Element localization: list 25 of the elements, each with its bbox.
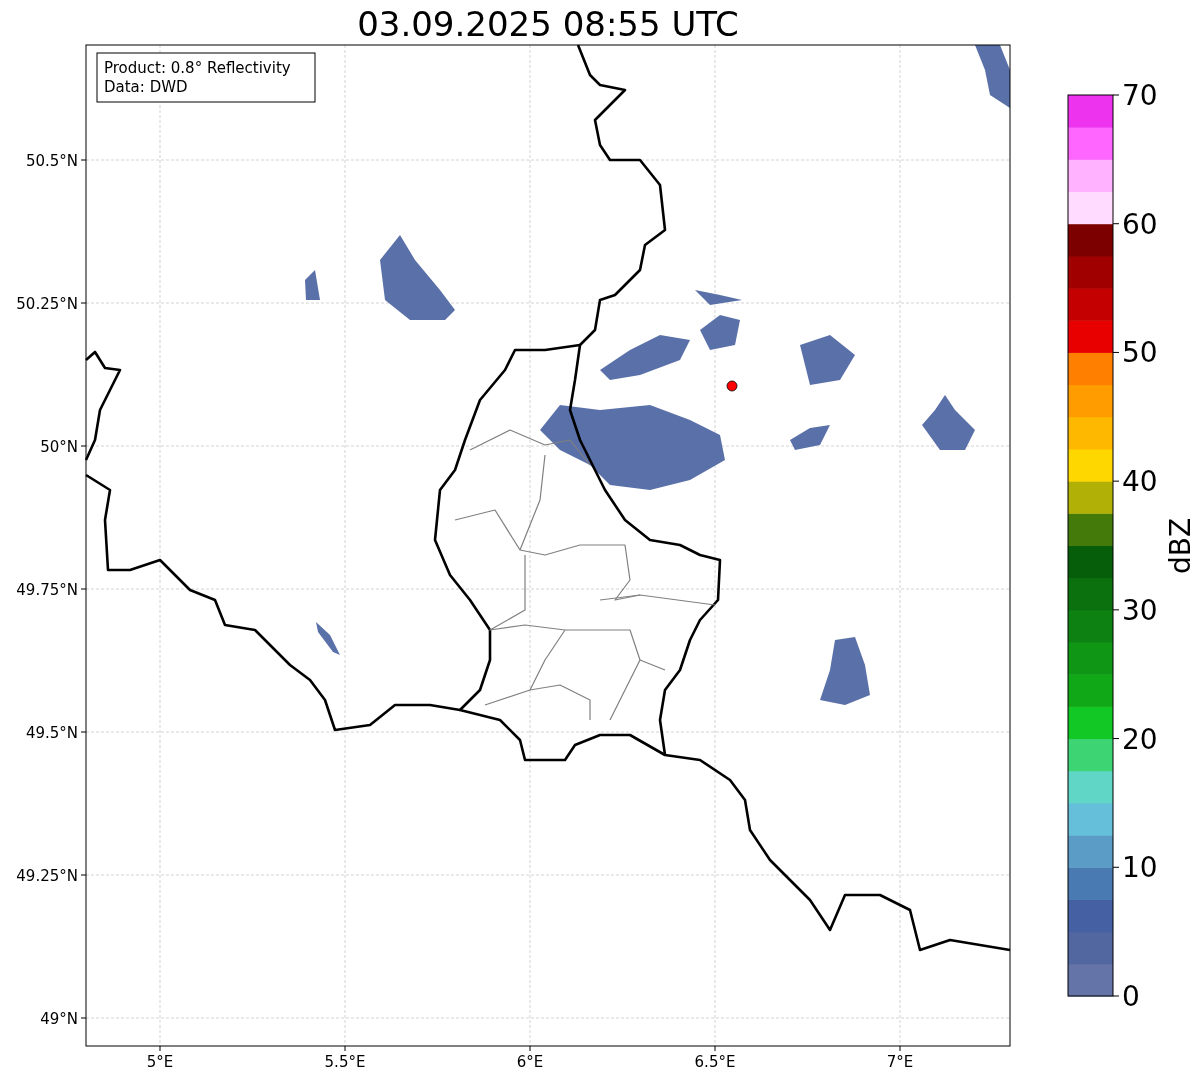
- axis-tick-label: 49°N: [40, 1010, 78, 1028]
- axis-tick-label: 50.5°N: [25, 152, 78, 170]
- axis-tick-label: 49.5°N: [25, 724, 78, 742]
- colorbar-label: dBZ: [1164, 517, 1197, 575]
- colorbar-tick-label: 20: [1122, 722, 1158, 756]
- colorbar-tick-label: 40: [1122, 465, 1158, 499]
- axis-tick-label: 5°E: [146, 1053, 174, 1071]
- axis-tick-label: 49.75°N: [16, 581, 78, 599]
- colorbar-tick-label: 70: [1122, 79, 1158, 112]
- colorbar-tick-label: 0: [1122, 980, 1140, 1013]
- colorbar-tick-label: 30: [1122, 593, 1158, 627]
- axis-tick-label: 50.25°N: [16, 295, 78, 313]
- axis-tick-label: 6°E: [516, 1053, 544, 1071]
- info-text: Data: DWD: [104, 78, 188, 96]
- colorbar-tick-label: 60: [1122, 207, 1158, 241]
- axis-tick-label: 50°N: [40, 438, 78, 456]
- axis-tick-label: 49.25°N: [16, 867, 78, 885]
- info-text: Product: 0.8° Reflectivity: [104, 59, 291, 77]
- axis-tick-label: 5.5°E: [324, 1053, 366, 1071]
- location-marker: [726, 380, 738, 392]
- axis-tick-label: 7°E: [886, 1053, 914, 1071]
- colorbar-tick-label: 10: [1122, 851, 1158, 885]
- colorbar-tick-label: 50: [1122, 336, 1158, 370]
- axis-tick-label: 6.5°E: [694, 1053, 736, 1071]
- plot-title: 03.09.2025 08:55 UTC: [357, 4, 739, 44]
